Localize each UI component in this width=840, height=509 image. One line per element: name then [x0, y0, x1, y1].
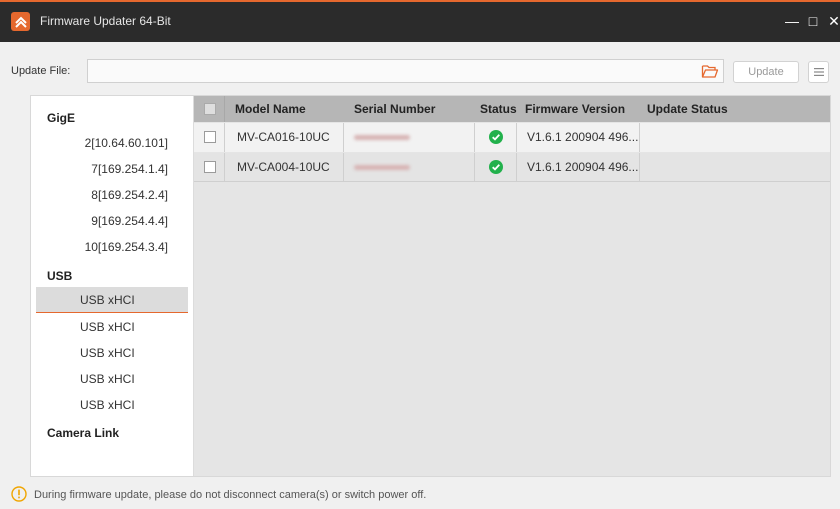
- menu-icon[interactable]: [808, 61, 829, 83]
- device-tree: GigE 2[10.64.60.101] 7[169.254.1.4] 8[16…: [31, 96, 194, 476]
- column-status[interactable]: Status: [480, 96, 517, 122]
- update-button[interactable]: Update: [733, 61, 799, 83]
- row-checkbox[interactable]: [204, 131, 216, 143]
- column-divider: [474, 153, 475, 182]
- update-file-label: Update File:: [11, 65, 71, 77]
- table-row[interactable]: MV-CA004-10UC V1.6.1 200904 496...: [194, 153, 830, 182]
- maximize-icon[interactable]: □: [805, 13, 821, 29]
- firmware-version-cell: V1.6.1 200904 496...: [527, 130, 639, 144]
- tree-item-gige[interactable]: 2[10.64.60.101]: [36, 130, 188, 156]
- warning-icon: [11, 486, 27, 502]
- window-title: Firmware Updater 64-Bit: [40, 14, 171, 28]
- tree-item-usb[interactable]: USB xHCI: [36, 340, 188, 366]
- column-divider: [474, 123, 475, 152]
- group-gige: GigE: [47, 111, 76, 125]
- minimize-icon[interactable]: —: [784, 13, 800, 29]
- tree-item-usb-selected[interactable]: USB xHCI: [36, 287, 188, 313]
- firmware-version-cell: V1.6.1 200904 496...: [527, 160, 639, 174]
- table-row[interactable]: MV-CA016-10UC V1.6.1 200904 496...: [194, 123, 830, 152]
- column-divider: [224, 153, 225, 182]
- column-firmware-version[interactable]: Firmware Version: [525, 96, 625, 122]
- tree-item-gige[interactable]: 7[169.254.1.4]: [36, 156, 188, 182]
- model-name-cell: MV-CA004-10UC: [237, 160, 330, 174]
- status-ok-icon: [489, 160, 503, 174]
- serial-number-redacted: [354, 165, 410, 170]
- row-checkbox[interactable]: [204, 161, 216, 173]
- column-model-name[interactable]: Model Name: [235, 96, 306, 122]
- column-divider: [343, 123, 344, 152]
- title-bar: Firmware Updater 64-Bit — □ ✕: [0, 0, 840, 42]
- group-usb: USB: [47, 269, 73, 283]
- column-divider: [639, 123, 640, 152]
- table-header: Model Name Serial Number Status Firmware…: [194, 96, 830, 122]
- column-update-status[interactable]: Update Status: [647, 96, 728, 122]
- app-logo-icon: [11, 12, 30, 31]
- warning-text: During firmware update, please do not di…: [34, 489, 427, 501]
- close-icon[interactable]: ✕: [826, 13, 840, 29]
- model-name-cell: MV-CA016-10UC: [237, 130, 330, 144]
- status-ok-icon: [489, 130, 503, 144]
- column-serial-number[interactable]: Serial Number: [354, 96, 435, 122]
- tree-item-usb[interactable]: USB xHCI: [36, 314, 188, 340]
- folder-open-icon[interactable]: [701, 63, 719, 79]
- group-camera-link: Camera Link: [47, 426, 120, 440]
- column-divider: [516, 153, 517, 182]
- device-table: Model Name Serial Number Status Firmware…: [194, 96, 830, 476]
- tree-item-gige[interactable]: 9[169.254.4.4]: [36, 208, 188, 234]
- column-divider: [224, 96, 225, 122]
- tree-item-gige[interactable]: 10[169.254.3.4]: [36, 234, 188, 260]
- column-divider: [516, 123, 517, 152]
- select-all-checkbox[interactable]: [204, 103, 216, 115]
- update-file-input[interactable]: [87, 59, 724, 83]
- serial-number-redacted: [354, 135, 410, 140]
- tree-item-gige[interactable]: 8[169.254.2.4]: [36, 182, 188, 208]
- column-divider: [224, 123, 225, 152]
- column-divider: [639, 153, 640, 182]
- main-panel: GigE 2[10.64.60.101] 7[169.254.1.4] 8[16…: [30, 95, 831, 477]
- tree-item-usb[interactable]: USB xHCI: [36, 366, 188, 392]
- tree-item-usb[interactable]: USB xHCI: [36, 392, 188, 418]
- column-divider: [343, 153, 344, 182]
